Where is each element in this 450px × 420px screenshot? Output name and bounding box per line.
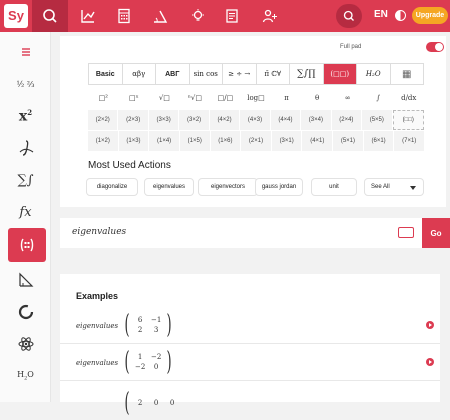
matrix-5x5-key[interactable]: (5×5) bbox=[362, 110, 392, 130]
matrix-2x3-key[interactable]: (2×3) bbox=[118, 110, 148, 130]
see-all-dropdown[interactable]: See All bbox=[364, 178, 424, 196]
expression-value: eigenvalues bbox=[72, 227, 127, 237]
global-search-button[interactable] bbox=[336, 4, 362, 28]
power-key[interactable]: □ˣ bbox=[119, 88, 150, 108]
matrix-3x2-key[interactable]: (3×2) bbox=[179, 110, 209, 130]
geometry-icon[interactable] bbox=[142, 0, 178, 32]
example-row[interactable]: eigenvalues ( 1 −2 −2 0 ) bbox=[60, 345, 440, 381]
tab-operators[interactable]: ≥ ÷ → bbox=[223, 64, 257, 84]
chip-eigenvalues[interactable]: eigenvalues bbox=[144, 178, 194, 196]
integral-curve-icon[interactable] bbox=[0, 132, 51, 164]
chart-icon[interactable] bbox=[70, 0, 106, 32]
matrix-1x6-key[interactable]: (1×6) bbox=[210, 131, 241, 151]
chem-ring-icon[interactable] bbox=[0, 296, 51, 328]
integral-key[interactable]: ∫ bbox=[363, 88, 394, 108]
matrix-4x1-key[interactable]: (4×1) bbox=[302, 131, 333, 151]
calculator-icon[interactable] bbox=[106, 0, 142, 32]
matrix-2x1-key[interactable]: (2×1) bbox=[241, 131, 271, 151]
matrix-4x2-key[interactable]: (4×2) bbox=[209, 110, 240, 130]
examples-title: Examples bbox=[76, 291, 119, 301]
matrix-icon[interactable] bbox=[8, 228, 46, 262]
sigma-icon[interactable]: ∑∫ bbox=[0, 164, 51, 196]
atom-icon[interactable] bbox=[0, 328, 51, 360]
menu-icon[interactable] bbox=[0, 36, 51, 68]
sidebar: ½ ⅔ x2 ∑∫ fx H2O bbox=[0, 32, 51, 402]
matrix-2x4-key[interactable]: (2×4) bbox=[331, 110, 362, 130]
tab-sets[interactable]: π̄ ℂ∀ bbox=[257, 64, 290, 84]
matrix-1x2-key[interactable]: (1×2) bbox=[88, 131, 118, 151]
contrast-icon[interactable] bbox=[395, 10, 406, 21]
keyboard-icon[interactable] bbox=[398, 227, 414, 238]
h2o-icon[interactable]: H2O bbox=[0, 360, 51, 392]
tab-chemistry[interactable]: H₂O bbox=[357, 64, 391, 84]
example-row[interactable]: ( 200 bbox=[60, 384, 440, 420]
theta-key[interactable]: θ bbox=[302, 88, 333, 108]
example-matrix: ( 6 −1 23 ) bbox=[124, 310, 172, 340]
top-bar: Sy EN Upgrade bbox=[0, 0, 450, 32]
go-button[interactable]: Go bbox=[422, 218, 450, 248]
group-icon[interactable] bbox=[252, 0, 288, 32]
arrow-icon[interactable] bbox=[426, 321, 434, 329]
most-used-title: Most Used Actions bbox=[88, 160, 171, 171]
tab-calculus[interactable]: ∑∫∏ bbox=[290, 64, 324, 84]
fraction-key[interactable]: □/□ bbox=[210, 88, 241, 108]
matrix-custom-key[interactable]: (□□) bbox=[392, 110, 424, 130]
symbol-row: □² □ˣ √□ ⁿ√□ □/□ log□ π θ ∞ ∫ d/dx bbox=[88, 88, 424, 108]
derivative-key[interactable]: d/dx bbox=[393, 88, 424, 108]
matrix-3x3-key[interactable]: (3×3) bbox=[148, 110, 179, 130]
exponent-icon[interactable]: x2 bbox=[0, 100, 51, 132]
search-icon[interactable] bbox=[32, 0, 68, 32]
matrix-3x1-key[interactable]: (3×1) bbox=[271, 131, 302, 151]
infinity-key[interactable]: ∞ bbox=[332, 88, 363, 108]
logo[interactable]: Sy bbox=[4, 4, 28, 28]
search-icon bbox=[343, 10, 354, 21]
matrix-3x4-key[interactable]: (3×4) bbox=[301, 110, 331, 130]
matrix-4x3-key[interactable]: (4×3) bbox=[240, 110, 270, 130]
sqrt-key[interactable]: √□ bbox=[149, 88, 180, 108]
matrix-size-row-1: (2×2) (2×3) (3×3) (3×2) (4×2) (4×3) (4×4… bbox=[88, 110, 424, 130]
chip-eigenvectors[interactable]: eigenvectors bbox=[198, 178, 258, 196]
matrix-4x4-key[interactable]: (4×4) bbox=[270, 110, 301, 130]
notebook-icon[interactable] bbox=[214, 0, 250, 32]
matrix-size-row-2: (1×2) (1×3) (1×4) (1×5) (1×6) (2×1) (3×1… bbox=[88, 131, 425, 151]
bulb-icon[interactable] bbox=[180, 0, 216, 32]
language-selector[interactable]: EN bbox=[374, 9, 388, 20]
tab-greek-lower[interactable]: αβγ bbox=[123, 64, 156, 84]
matrix-1x5-key[interactable]: (1×5) bbox=[179, 131, 210, 151]
log-key[interactable]: log□ bbox=[241, 88, 272, 108]
matrix-1x4-key[interactable]: (1×4) bbox=[149, 131, 179, 151]
expression-input[interactable]: eigenvalues bbox=[60, 218, 422, 248]
example-matrix: ( 1 −2 −2 0 ) bbox=[124, 347, 172, 377]
pad-tabs: Basic αβγ ABΓ sin cos ≥ ÷ → π̄ ℂ∀ ∑∫∏ (□… bbox=[88, 63, 424, 85]
nth-root-key[interactable]: ⁿ√□ bbox=[180, 88, 211, 108]
tab-basic[interactable]: Basic bbox=[89, 64, 123, 84]
example-function: eigenvalues bbox=[76, 359, 119, 367]
matrix-5x1-key[interactable]: (5×1) bbox=[333, 131, 363, 151]
chip-gauss-jordan[interactable]: gauss jordan bbox=[255, 178, 303, 196]
matrix-2x2-key[interactable]: (2×2) bbox=[88, 110, 118, 130]
tab-greek-upper[interactable]: ABΓ bbox=[156, 64, 190, 84]
example-function: eigenvalues bbox=[76, 322, 119, 330]
full-pad-label: Full pad bbox=[340, 44, 362, 50]
matrix-7x1-key[interactable]: (7×1) bbox=[394, 131, 425, 151]
example-row[interactable]: eigenvalues ( 6 −1 23 ) bbox=[60, 308, 440, 344]
arrow-icon[interactable] bbox=[426, 358, 434, 366]
chip-diagonalize[interactable]: diagonalize bbox=[86, 178, 138, 196]
tab-trig[interactable]: sin cos bbox=[190, 64, 223, 84]
function-icon[interactable]: fx bbox=[0, 196, 51, 228]
chip-unit[interactable]: unit bbox=[311, 178, 357, 196]
matrix-1x3-key[interactable]: (1×3) bbox=[118, 131, 149, 151]
tab-matrix[interactable]: (□□) bbox=[323, 64, 357, 84]
full-pad-toggle[interactable] bbox=[426, 42, 444, 52]
square-key[interactable]: □² bbox=[88, 88, 119, 108]
fractions-icon[interactable]: ½ ⅔ bbox=[0, 68, 51, 100]
upgrade-button[interactable]: Upgrade bbox=[412, 7, 448, 24]
tab-calculator[interactable]: ▦ bbox=[391, 64, 424, 84]
triangle-icon[interactable] bbox=[0, 264, 51, 296]
matrix-6x1-key[interactable]: (6×1) bbox=[363, 131, 394, 151]
example-matrix: ( 200 bbox=[124, 388, 175, 418]
pi-key[interactable]: π bbox=[271, 88, 302, 108]
